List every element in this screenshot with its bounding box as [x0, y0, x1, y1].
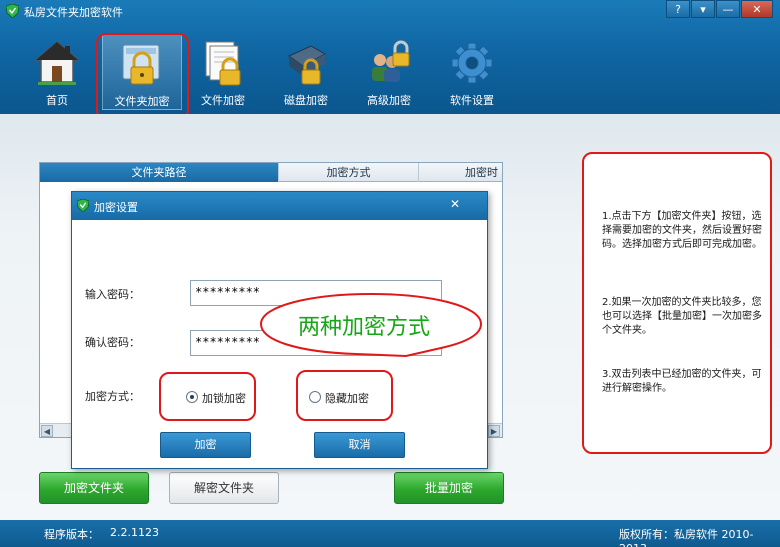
- title-bar: 私房文件夹加密软件 ? ▾ — ✕: [0, 0, 780, 22]
- status-bar: 程序版本： 2.2.1123 版权所有：私房软件 2010-2013: [0, 520, 780, 547]
- dialog-close-icon[interactable]: ✕: [442, 195, 468, 213]
- help-button[interactable]: ?: [666, 0, 690, 18]
- radio-hide-encrypt[interactable]: [309, 391, 321, 403]
- instructions-panel: 1.点击下方【加密文件夹】按钮，选择需要加密的文件夹，然后设置好密码。选择加密方…: [582, 152, 772, 454]
- version-label: 程序版本：: [44, 528, 99, 541]
- callout-text: 两种加密方式: [298, 315, 431, 340]
- nav-disk-encrypt-label: 磁盘加密: [284, 94, 328, 107]
- disk-lock-icon: [288, 45, 327, 85]
- nav-file-encrypt[interactable]: 文件加密: [183, 34, 263, 110]
- nav-home[interactable]: 首页: [17, 34, 97, 110]
- minimize-button[interactable]: —: [716, 0, 740, 18]
- users-lock-icon: [372, 40, 410, 82]
- encrypt-method-label: 加密方式：: [85, 390, 140, 403]
- nav-disk-encrypt[interactable]: 磁盘加密: [266, 34, 346, 110]
- nav-settings[interactable]: 软件设置: [432, 34, 512, 110]
- file-lock-icon: [205, 41, 241, 86]
- menu-dropdown-button[interactable]: ▾: [691, 0, 715, 18]
- dialog-title: 加密设置: [94, 201, 138, 214]
- copyright-text: 版权所有：私房软件 2010-2013: [619, 528, 754, 547]
- header-toolbar: 私房文件夹加密软件 ? ▾ — ✕ 首页 文件夹加密 文件加密 磁盘加密 高级加…: [0, 0, 780, 120]
- instruction-3: 3.双击列表中已经加密的文件夹，可进行解密操作。: [602, 369, 762, 394]
- highlight-oval-nav: [96, 33, 189, 120]
- close-button[interactable]: ✕: [741, 0, 773, 18]
- radio-hide-encrypt-label[interactable]: 隐藏加密: [325, 390, 369, 406]
- column-folder-path[interactable]: 文件夹路径: [40, 163, 279, 182]
- dialog-title-bar: 加密设置 ✕: [72, 192, 487, 220]
- dialog-cancel-button[interactable]: 取消: [314, 432, 405, 458]
- shield-logo-icon: [6, 4, 19, 18]
- decrypt-folder-button[interactable]: 解密文件夹: [169, 472, 279, 504]
- dialog-encrypt-button[interactable]: 加密: [160, 432, 251, 458]
- window-title: 私房文件夹加密软件: [24, 6, 123, 19]
- radio-lock-encrypt[interactable]: [186, 391, 198, 403]
- column-encrypt-method[interactable]: 加密方式: [279, 163, 419, 182]
- nav-advanced-encrypt-label: 高级加密: [367, 94, 411, 107]
- scroll-left-icon[interactable]: ◀: [41, 425, 53, 437]
- nav-settings-label: 软件设置: [450, 94, 494, 107]
- instruction-1: 1.点击下方【加密文件夹】按钮，选择需要加密的文件夹，然后设置好密码。选择加密方…: [602, 211, 762, 250]
- batch-encrypt-button[interactable]: 批量加密: [394, 472, 504, 504]
- shield-logo-icon: [77, 199, 89, 212]
- password-label: 输入密码：: [85, 288, 140, 301]
- instruction-2: 2.如果一次加密的文件夹比较多，您也可以选择【批量加密】一次加密多个文件夹。: [602, 297, 762, 336]
- column-encrypt-time[interactable]: 加密时: [419, 163, 502, 182]
- nav-file-encrypt-label: 文件加密: [201, 94, 245, 107]
- gear-icon: [451, 42, 493, 84]
- encrypt-folder-button[interactable]: 加密文件夹: [39, 472, 149, 504]
- scroll-right-icon[interactable]: ▶: [488, 425, 500, 437]
- list-header: 文件夹路径 加密方式 加密时: [40, 163, 502, 182]
- nav-advanced-encrypt[interactable]: 高级加密: [349, 34, 429, 110]
- radio-lock-encrypt-label[interactable]: 加锁加密: [202, 390, 246, 406]
- version-value: 2.2.1123: [110, 526, 159, 539]
- house-icon: [33, 41, 81, 85]
- nav-home-label: 首页: [46, 94, 68, 107]
- confirm-password-label: 确认密码：: [85, 336, 140, 349]
